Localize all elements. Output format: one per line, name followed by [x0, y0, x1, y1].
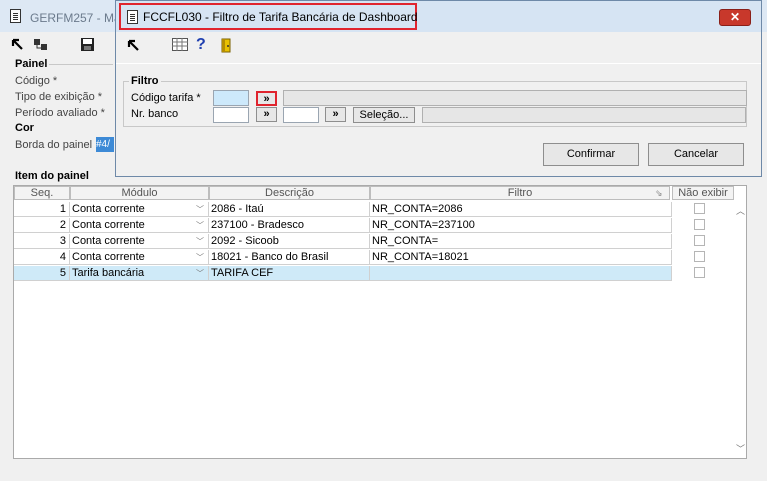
- cell-modulo[interactable]: Conta corrente ﹀: [70, 234, 209, 249]
- nr-banco-range-input[interactable]: [283, 107, 319, 123]
- nr-banco-label: Nr. banco: [131, 108, 179, 120]
- filter-dialog: FCCFL030 - Filtro de Tarifa Bancária de …: [115, 0, 762, 177]
- periodo-avaliado-label: Período avaliado *: [15, 107, 105, 119]
- cell-descricao: TARIFA CEF: [209, 266, 370, 281]
- chevron-down-icon[interactable]: ﹀: [196, 235, 204, 248]
- tipo-exibicao-label: Tipo de exibição *: [15, 91, 103, 103]
- save-icon[interactable]: [80, 37, 96, 53]
- cell-modulo-text: Tarifa bancária: [72, 267, 145, 279]
- codigo-tarifa-description: [283, 90, 747, 106]
- col-seq[interactable]: Seq.: [14, 186, 70, 200]
- cell-filtro: NR_CONTA=18021: [370, 250, 672, 265]
- cell-descricao: 237100 - Bradesco: [209, 218, 370, 233]
- nao-exibir-checkbox[interactable]: [694, 235, 705, 246]
- col-descricao[interactable]: Descrição: [209, 186, 370, 200]
- dialog-title: FCCFL030 - Filtro de Tarifa Bancária de …: [143, 10, 418, 24]
- grid-icon[interactable]: [172, 38, 188, 54]
- codigo-tarifa-lookup-button[interactable]: »: [256, 91, 277, 106]
- confirmar-button[interactable]: Confirmar: [543, 143, 639, 166]
- item-group-label: Item do painel: [13, 170, 91, 182]
- nr-banco-input[interactable]: [213, 107, 249, 123]
- cell-modulo[interactable]: Conta corrente ﹀: [70, 202, 209, 217]
- chevron-down-icon[interactable]: ﹀: [196, 219, 204, 232]
- nr-banco-description: [422, 107, 746, 123]
- dialog-title-bar[interactable]: FCCFL030 - Filtro de Tarifa Bancária de …: [116, 1, 761, 32]
- cell-modulo-text: Conta corrente: [72, 235, 145, 247]
- cell-modulo-text: Conta corrente: [72, 251, 145, 263]
- close-button[interactable]: ✕: [719, 9, 751, 26]
- exit-door-icon[interactable]: [220, 38, 236, 54]
- nao-exibir-checkbox[interactable]: [694, 251, 705, 262]
- codigo-label: Código *: [15, 75, 58, 87]
- cell-seq: 1: [14, 202, 70, 217]
- cell-modulo[interactable]: Conta corrente ﹀: [70, 218, 209, 233]
- cell-filtro: [370, 266, 672, 281]
- borda-color-field[interactable]: #4/: [96, 137, 114, 152]
- cell-filtro: NR_CONTA=2086: [370, 202, 672, 217]
- cell-seq: 4: [14, 250, 70, 265]
- chevron-down-icon[interactable]: ﹀: [196, 203, 204, 216]
- go-icon[interactable]: [11, 38, 27, 54]
- nao-exibir-checkbox[interactable]: [694, 203, 705, 214]
- document-icon: [10, 9, 21, 23]
- codigo-tarifa-label: Código tarifa *: [131, 92, 201, 104]
- pin-icon[interactable]: ⇘: [655, 188, 663, 199]
- cell-descricao: 2092 - Sicoob: [209, 234, 370, 249]
- chevron-down-icon[interactable]: ﹀: [196, 267, 204, 280]
- cell-modulo[interactable]: Tarifa bancária ﹀: [70, 266, 209, 281]
- col-nao-exibir[interactable]: Não exibir: [672, 186, 734, 200]
- codigo-tarifa-input[interactable]: [213, 90, 249, 106]
- cancelar-button[interactable]: Cancelar: [648, 143, 744, 166]
- structure-icon[interactable]: [33, 38, 49, 54]
- document-icon: [127, 10, 138, 24]
- help-icon[interactable]: ?: [196, 36, 212, 53]
- col-filtro[interactable]: Filtro: [370, 186, 670, 200]
- background-window-title: GERFM257 - Ma: [30, 11, 121, 25]
- chevron-up-icon[interactable]: ︿: [736, 204, 745, 217]
- cell-seq: 3: [14, 234, 70, 249]
- chevron-down-icon[interactable]: ﹀: [196, 251, 204, 264]
- nao-exibir-checkbox[interactable]: [694, 267, 705, 278]
- nr-banco-lookup-button[interactable]: »: [256, 107, 277, 122]
- cell-modulo[interactable]: Conta corrente ﹀: [70, 250, 209, 265]
- col-modulo[interactable]: Módulo: [70, 186, 209, 200]
- cell-seq: 5: [14, 266, 70, 281]
- nao-exibir-checkbox[interactable]: [694, 219, 705, 230]
- cell-descricao: 2086 - Itaú: [209, 202, 370, 217]
- cell-modulo-text: Conta corrente: [72, 203, 145, 215]
- vertical-scrollbar[interactable]: ︿ ﹀: [735, 202, 746, 458]
- cell-seq: 2: [14, 218, 70, 233]
- nr-banco-range-lookup-button[interactable]: »: [325, 107, 346, 122]
- panel-group-label: Painel: [13, 58, 50, 70]
- chevron-down-icon[interactable]: ﹀: [736, 442, 745, 455]
- cor-group-label: Cor: [13, 122, 36, 134]
- cell-modulo-text: Conta corrente: [72, 219, 145, 231]
- cell-filtro: NR_CONTA=: [370, 234, 672, 249]
- toolbar-separator: [116, 63, 761, 64]
- cell-descricao: 18021 - Banco do Brasil: [209, 250, 370, 265]
- cell-filtro: NR_CONTA=237100: [370, 218, 672, 233]
- selecao-button[interactable]: Seleção...: [353, 107, 415, 123]
- borda-label: Borda do painel: [15, 139, 93, 151]
- filtro-group-label: Filtro: [129, 75, 161, 87]
- go-icon[interactable]: [127, 39, 143, 55]
